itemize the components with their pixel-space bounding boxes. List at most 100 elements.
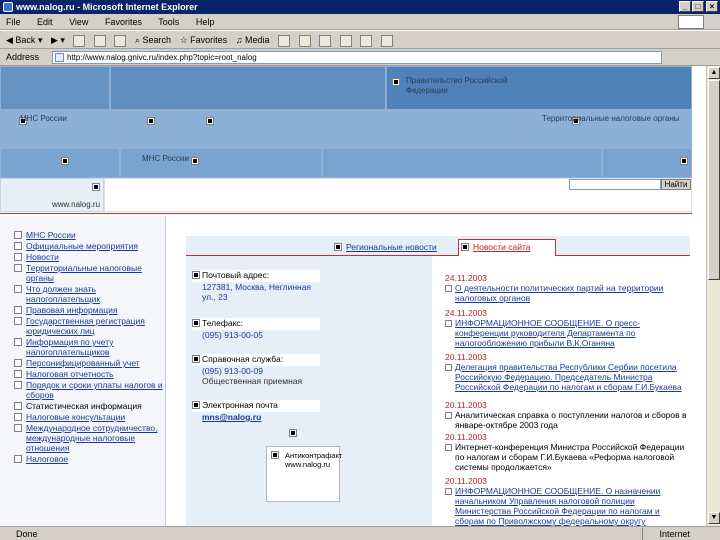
nav-item[interactable]: Что должен знать налогоплательщик (12, 284, 164, 304)
news-item[interactable]: 20.11.2003 Аналитическая справка о поступ… (445, 400, 690, 430)
nav-item[interactable]: Персонифицированный учет (12, 358, 164, 368)
banner-band (110, 66, 386, 110)
search-button[interactable]: ⌕ Search (135, 31, 171, 49)
page-icon (55, 53, 64, 62)
edit-icon[interactable] (339, 34, 352, 47)
bullet-icon (14, 381, 22, 389)
anticontrafact-banner[interactable]: Антиконтрафакт www.nalog.ru (266, 446, 342, 502)
history-icon[interactable] (278, 34, 290, 47)
bullet-icon (14, 306, 22, 314)
bullet-icon (14, 264, 22, 272)
vertical-scrollbar[interactable]: ▲ ▼ (706, 66, 720, 526)
favorites-button[interactable]: ☆ Favorites (180, 31, 228, 49)
address-bar: Address http://www.nalog.gnivc.ru/index.… (0, 49, 720, 66)
address-url: http://www.nalog.gnivc.ru/index.php?topi… (67, 53, 257, 62)
minimize-button[interactable]: _ (679, 1, 691, 12)
broken-image-icon (392, 77, 400, 86)
site-url-label: www.nalog.ru (52, 200, 101, 209)
bullet-icon (14, 413, 22, 421)
nav-item[interactable]: МНС России (12, 230, 164, 240)
nav-item[interactable]: Территориальные налоговые органы (12, 263, 164, 283)
print-icon[interactable] (319, 34, 332, 47)
broken-image-icon (288, 428, 297, 437)
page-content: Правительство Российской Федерации МНС Р… (0, 66, 706, 526)
menu-edit[interactable]: Edit (37, 17, 53, 27)
scroll-down-icon[interactable]: ▼ (708, 512, 720, 524)
help-note[interactable]: Общественная приемная (202, 376, 302, 386)
nav-item[interactable]: Информация по учету налогоплательщиков (12, 337, 164, 357)
menu-help[interactable]: Help (196, 17, 215, 27)
territorial-link[interactable]: Территориальные налоговые органы (542, 114, 692, 124)
maximize-button[interactable]: □ (692, 1, 704, 12)
windows-logo-icon (678, 15, 704, 29)
mns-link-bottom[interactable]: МНС России (142, 154, 189, 164)
tab-site-news[interactable]: Новости сайта (458, 239, 556, 256)
nav-item[interactable]: Официальные мероприятия (12, 241, 164, 251)
close-button[interactable]: × (706, 1, 718, 12)
bullet-icon (192, 355, 200, 363)
nav-item[interactable]: Статистическая информация (12, 401, 164, 411)
scroll-thumb[interactable] (708, 80, 720, 280)
ie-app-icon (3, 2, 13, 12)
bullet-icon (445, 444, 452, 451)
mns-link-top[interactable]: МНС России (20, 114, 67, 124)
mail-icon[interactable] (298, 34, 311, 47)
search-input[interactable] (569, 179, 661, 190)
nav-item[interactable]: Государственная регистрация юридических … (12, 316, 164, 336)
back-button[interactable]: ◀ Back ▾ (6, 31, 42, 49)
banner-band (0, 66, 110, 110)
bullet-icon (192, 319, 200, 327)
broken-image-icon (271, 451, 279, 459)
gov-link[interactable]: Правительство Российской Федерации (406, 76, 526, 96)
search-label: Search (142, 35, 172, 45)
banner-band (602, 148, 692, 178)
find-button[interactable]: Найти (661, 179, 691, 190)
refresh-icon[interactable] (93, 34, 106, 47)
nav-item[interactable]: Налоговая отчетность (12, 369, 164, 379)
nav-item[interactable]: Порядок и сроки уплаты налогов и сборов (12, 380, 164, 400)
window-title-bar: www.nalog.ru - Microsoft Internet Explor… (0, 0, 720, 14)
broken-image-icon (205, 116, 214, 125)
messenger-icon[interactable] (380, 34, 393, 47)
stop-icon[interactable] (73, 34, 86, 47)
nav-item[interactable]: Международное сотрудничество, международ… (12, 423, 164, 453)
bullet-icon (192, 401, 200, 409)
bullet-icon (14, 402, 22, 410)
bullet-icon (14, 285, 22, 293)
banner-band (322, 148, 602, 178)
news-item[interactable]: 24.11.2003 ИНФОРМАЦИОННОЕ СООБЩЕНИЕ. О пр… (445, 308, 690, 348)
news-item[interactable]: 24.11.2003 О деятельности политических па… (445, 273, 690, 303)
menu-tools[interactable]: Tools (158, 17, 179, 27)
bullet-icon (192, 271, 200, 279)
news-item[interactable]: 20.11.2003 Интернет-конференция Министра … (445, 432, 690, 472)
menu-view[interactable]: View (69, 17, 88, 27)
phones-label: Телефакс: (192, 318, 320, 330)
media-button[interactable]: ♫ Media (236, 31, 270, 49)
news-item[interactable]: 20.11.2003 Делегация правительства Респуб… (445, 352, 690, 392)
broken-image-icon (60, 156, 69, 165)
nav-item[interactable]: Налоговое (12, 454, 164, 464)
broken-image-icon (679, 156, 688, 165)
zone-label: Internet (659, 529, 690, 539)
tab-regional-news[interactable]: Региональные новости (334, 241, 456, 255)
scroll-up-icon[interactable]: ▲ (708, 67, 720, 79)
menu-file[interactable]: File (6, 17, 21, 27)
home-icon[interactable] (114, 34, 127, 47)
nav-item[interactable]: Налоговые консультации (12, 412, 164, 422)
menu-bar: File Edit View Favorites Tools Help (0, 14, 720, 30)
discuss-icon[interactable] (360, 34, 373, 47)
news-item[interactable]: 20.11.2003 ИНФОРМАЦИОННОЕ СООБЩЕНИЕ. О на… (445, 476, 690, 526)
email-link[interactable]: mns@nalog.ru (202, 412, 261, 422)
phones-value: (095) 913-00-05 (202, 330, 263, 340)
nav-item[interactable]: Новости (12, 252, 164, 262)
menu-favorites[interactable]: Favorites (105, 17, 142, 27)
status-text: Done (16, 529, 38, 539)
nav-item[interactable]: Правовая информация (12, 305, 164, 315)
address-input[interactable]: http://www.nalog.gnivc.ru/index.php?topi… (52, 51, 662, 64)
help-value: (095) 913-00-09 (202, 366, 263, 376)
banner-band (168, 110, 524, 148)
bullet-icon (14, 253, 22, 261)
tab-icon (334, 243, 342, 251)
media-label: Media (244, 35, 270, 45)
forward-button[interactable]: ▶ ▾ (51, 31, 65, 49)
